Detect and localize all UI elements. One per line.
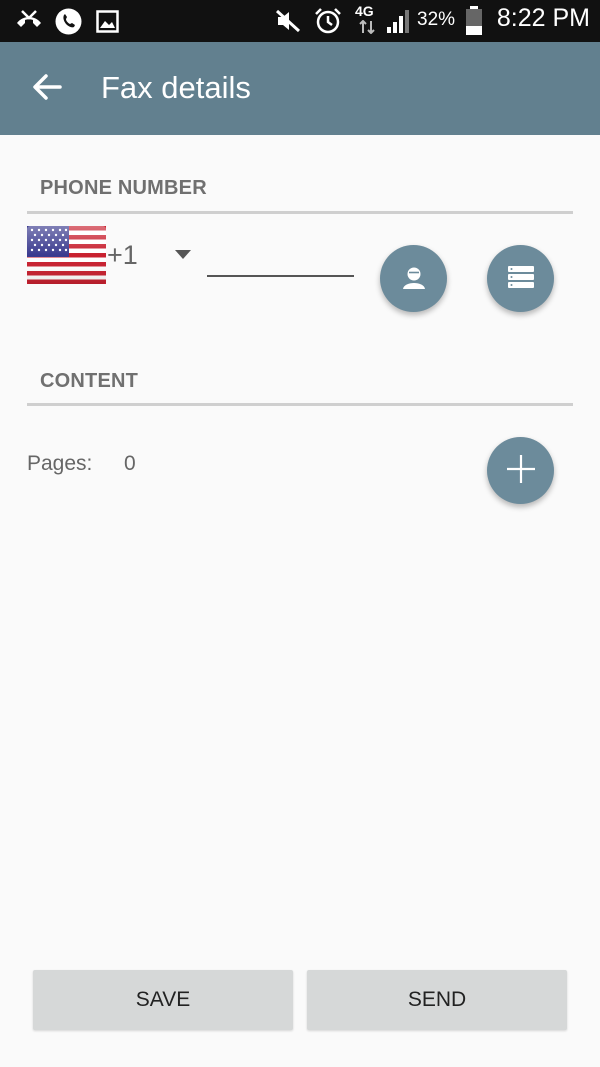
send-button[interactable]: SEND	[307, 970, 567, 1030]
save-button[interactable]: SAVE	[33, 970, 293, 1030]
contact-icon	[401, 264, 427, 294]
signal-icon	[385, 7, 413, 35]
pick-contact-button[interactable]	[380, 245, 447, 312]
arrow-back-icon	[32, 74, 62, 104]
country-code: +1	[107, 240, 138, 270]
alarm-icon	[313, 7, 343, 35]
plus-icon	[505, 453, 537, 489]
pages-label: Pages:	[27, 452, 93, 475]
divider	[27, 403, 573, 406]
us-flag-icon	[27, 226, 106, 284]
pages-count: 0	[124, 452, 136, 475]
back-button[interactable]	[28, 70, 66, 108]
mute-icon	[274, 7, 302, 35]
battery-percent: 32%	[417, 9, 456, 30]
app-bar: Fax details	[0, 42, 600, 135]
battery-icon	[463, 6, 485, 35]
page-title: Fax details	[101, 70, 251, 105]
divider	[27, 211, 573, 214]
fax-list-button[interactable]	[487, 245, 554, 312]
phone-number-input[interactable]	[207, 244, 354, 277]
image-icon	[95, 7, 119, 35]
clock-time: 8:22 PM	[496, 4, 590, 32]
data-arrows-icon	[357, 19, 377, 35]
list-icon	[507, 265, 535, 293]
phone-number-header: PHONE NUMBER	[40, 177, 207, 199]
add-page-button[interactable]	[487, 437, 554, 504]
content-header: CONTENT	[40, 370, 139, 392]
network-type: 4G	[355, 3, 374, 19]
missed-call-icon	[14, 7, 44, 35]
country-flag-button[interactable]	[27, 226, 106, 284]
phone-icon	[53, 7, 83, 35]
chevron-down-icon[interactable]	[175, 250, 191, 259]
status-bar: 4G 32% 8:22 PM	[0, 0, 600, 42]
